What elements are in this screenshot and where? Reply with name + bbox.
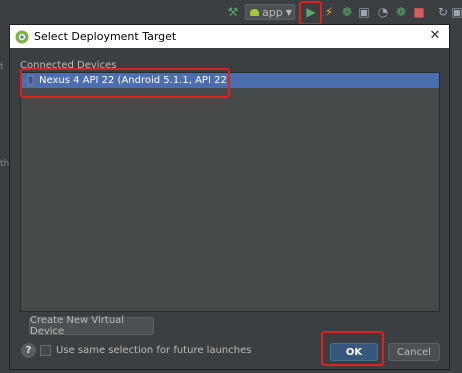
cancel-button[interactable]: Cancel	[388, 343, 440, 361]
dialog-titlebar: Select Deployment Target ✕	[10, 25, 449, 48]
create-virtual-device-button[interactable]: Create New Virtual Device	[29, 315, 154, 337]
avd-manager-icon[interactable]: ▣	[450, 5, 462, 19]
instant-run-icon[interactable]: ⚡	[322, 5, 336, 19]
profile-icon[interactable]: ◔	[376, 5, 390, 19]
debug-icon[interactable]: ❁	[340, 5, 354, 19]
device-row[interactable]: Nexus 4 API 22 (Android 5.1.1, API 22)	[21, 73, 439, 88]
phone-icon	[27, 75, 34, 86]
stop-icon[interactable]: ■	[412, 5, 426, 19]
android-studio-logo-icon	[15, 30, 29, 43]
coverage-icon[interactable]: ▣	[357, 5, 371, 19]
sync-icon[interactable]: ↻	[436, 5, 450, 19]
device-name: Nexus 4 API 22 (Android 5.1.1, API 22)	[39, 75, 231, 86]
run-configuration-label: app	[262, 5, 283, 19]
run-icon[interactable]: ▶	[303, 3, 319, 21]
dialog-title: Select Deployment Target	[34, 30, 177, 43]
select-deployment-target-dialog: Select Deployment Target ✕ Connected Dev…	[9, 24, 450, 370]
android-icon	[250, 8, 259, 16]
background-text: t	[0, 62, 4, 72]
ok-button[interactable]: OK	[330, 343, 378, 361]
hammer-icon[interactable]: ⚒	[226, 5, 240, 19]
same-selection-checkbox[interactable]	[40, 345, 51, 356]
chevron-down-icon: ▼	[285, 7, 292, 17]
cancel-label: Cancel	[397, 346, 431, 358]
connected-devices-list[interactable]: Nexus 4 API 22 (Android 5.1.1, API 22)	[20, 72, 440, 312]
background-text: th	[0, 159, 10, 169]
same-selection-label[interactable]: Use same selection for future launches	[56, 345, 251, 356]
attach-debugger-icon[interactable]: ❁	[394, 5, 408, 19]
ide-toolbar: ⚒ app ▼ ▶ ⚡ ❁ ▣ ◔ ❁ ■ ↻ ▣	[0, 0, 462, 26]
ok-label: OK	[345, 346, 363, 358]
connected-devices-label: Connected Devices	[20, 60, 117, 71]
run-configuration-select[interactable]: app ▼	[245, 4, 295, 20]
help-icon[interactable]: ?	[21, 343, 36, 358]
create-virtual-device-label: Create New Virtual Device	[30, 315, 125, 337]
close-icon[interactable]: ✕	[427, 28, 443, 44]
